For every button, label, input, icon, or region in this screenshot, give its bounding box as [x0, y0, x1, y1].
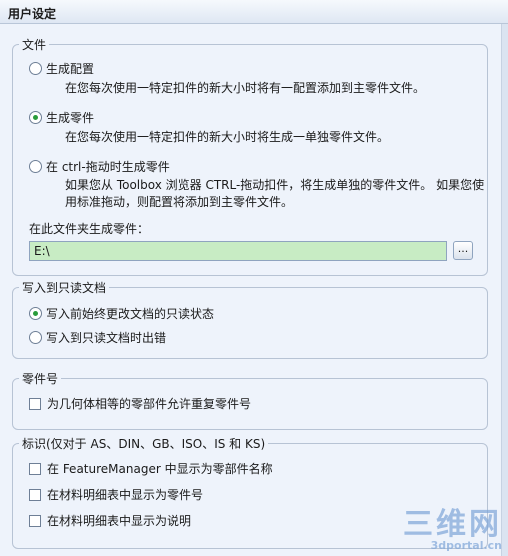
ctrl-drag-description-line1: 如果您从 Toolbox 浏览器 CTRL-拖动扣件，将生成单独的零件文件。 如… — [65, 178, 485, 192]
window-titlebar: 用户设定 — [0, 0, 508, 24]
file-group-title: 文件 — [19, 36, 50, 53]
bom-part-number-option[interactable]: 在材料明细表中显示为零件号 — [29, 486, 203, 503]
featuremanager-name-option[interactable]: 在 FeatureManager 中显示为零部件名称 — [29, 460, 273, 477]
folder-path-input[interactable]: E:\ — [29, 241, 447, 261]
window-title: 用户设定 — [8, 7, 57, 21]
watermark-big-text: 三维网 — [403, 507, 502, 542]
bom-description-option[interactable]: 在材料明细表中显示为说明 — [29, 512, 191, 529]
watermark-logo: 三维网 3dportal.cn — [403, 510, 502, 552]
file-group: 文件 生成配置 在您每次使用一特定扣件的新大小时将有一配置添加到主零件文件。 生… — [12, 36, 488, 276]
create-part-description: 在您每次使用一特定扣件的新大小时将生成一单独零件文件。 — [65, 130, 390, 144]
duplicate-part-number-option[interactable]: 为几何体相等的零部件允许重复零件号 — [29, 395, 251, 412]
readonly-error-label: 写入到只读文档时出错 — [46, 331, 167, 345]
create-config-option[interactable]: 生成配置 — [29, 60, 94, 77]
ctrl-drag-label: 在 ctrl-拖动时生成零件 — [46, 160, 170, 174]
browse-button[interactable]: ... — [453, 241, 473, 260]
bom-description-label: 在材料明细表中显示为说明 — [47, 514, 192, 528]
featuremanager-name-checkbox[interactable] — [29, 462, 41, 475]
scrollbar[interactable] — [502, 24, 508, 556]
create-part-radio[interactable] — [29, 111, 42, 124]
duplicate-part-number-checkbox[interactable] — [29, 397, 41, 410]
readonly-group: 写入到只读文档 写入前始终更改文档的只读状态 写入到只读文档时出错 — [12, 279, 488, 359]
always-change-readonly-label: 写入前始终更改文档的只读状态 — [46, 307, 215, 321]
ctrl-drag-radio[interactable] — [29, 160, 42, 173]
marking-group-title: 标识(仅对于 AS、DIN、GB、ISO、IS 和 KS) — [19, 435, 269, 452]
bom-part-number-checkbox[interactable] — [29, 488, 41, 501]
featuremanager-name-label: 在 FeatureManager 中显示为零部件名称 — [47, 462, 273, 476]
part-number-group: 零件号 为几何体相等的零部件允许重复零件号 — [12, 370, 488, 430]
readonly-group-title: 写入到只读文档 — [19, 279, 110, 296]
always-change-readonly-radio[interactable] — [29, 307, 42, 320]
create-part-option[interactable]: 生成零件 — [29, 109, 94, 126]
create-part-label: 生成零件 — [46, 111, 95, 125]
ctrl-drag-description-line2: 用标准拖动，则配置将添加到主零件文件。 — [65, 195, 294, 209]
part-number-group-title: 零件号 — [19, 370, 62, 387]
create-config-description: 在您每次使用一特定扣件的新大小时将有一配置添加到主零件文件。 — [65, 81, 426, 95]
create-config-label: 生成配置 — [46, 62, 95, 76]
bom-description-checkbox[interactable] — [29, 514, 41, 527]
folder-label: 在此文件夹生成零件： — [29, 222, 150, 236]
settings-panel: 文件 生成配置 在您每次使用一特定扣件的新大小时将有一配置添加到主零件文件。 生… — [0, 24, 502, 556]
always-change-readonly-option[interactable]: 写入前始终更改文档的只读状态 — [29, 305, 214, 322]
ctrl-drag-option[interactable]: 在 ctrl-拖动时生成零件 — [29, 158, 170, 175]
readonly-error-option[interactable]: 写入到只读文档时出错 — [29, 329, 166, 346]
create-config-radio[interactable] — [29, 62, 42, 75]
bom-part-number-label: 在材料明细表中显示为零件号 — [47, 488, 204, 502]
duplicate-part-number-label: 为几何体相等的零部件允许重复零件号 — [47, 397, 252, 411]
readonly-error-radio[interactable] — [29, 331, 42, 344]
